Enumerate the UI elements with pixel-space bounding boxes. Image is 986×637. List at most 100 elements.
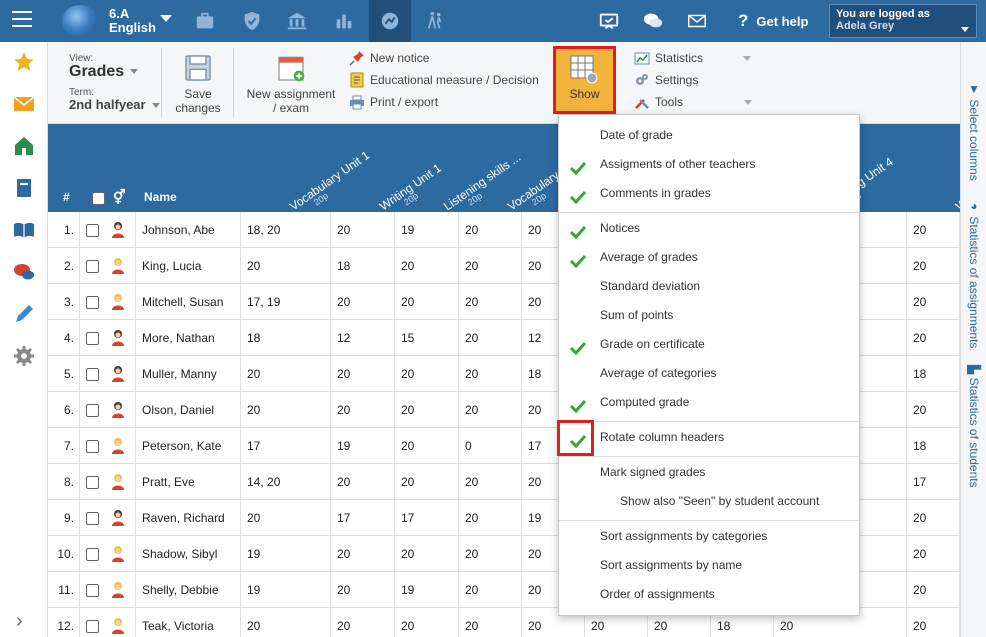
grade-cell[interactable]: 17 <box>331 500 395 536</box>
row-checkbox[interactable] <box>86 224 99 238</box>
row-checkbox[interactable] <box>86 260 99 274</box>
tools-menu[interactable]: Tools <box>634 94 753 110</box>
grade-cell[interactable]: 20 <box>459 212 522 248</box>
student-name[interactable]: Mitchell, Susan <box>136 284 241 320</box>
grade-cell[interactable]: 20 <box>907 500 960 536</box>
grade-cell[interactable]: 20 <box>331 572 395 608</box>
grade-cell[interactable]: 20 <box>395 608 459 637</box>
grade-cell[interactable]: 20 <box>331 356 395 392</box>
grade-cell[interactable]: 20 <box>907 392 960 428</box>
grade-cell[interactable]: 20 <box>907 284 960 320</box>
row-checkbox[interactable] <box>86 620 99 634</box>
row-checkbox[interactable] <box>86 476 99 490</box>
row-checkbox[interactable] <box>86 332 99 346</box>
menu-icon[interactable] <box>12 11 32 27</box>
expand-sidebar-icon[interactable]: › <box>16 610 23 633</box>
grade-cell[interactable]: 12 <box>331 320 395 356</box>
grade-cell[interactable]: 20 <box>907 212 960 248</box>
menu-item[interactable]: Assigments of other teachers <box>559 150 859 179</box>
menu-item[interactable]: Rotate column headers <box>559 423 859 452</box>
briefcase-icon[interactable] <box>184 0 226 42</box>
grade-cell[interactable]: 20 <box>459 608 522 637</box>
grade-cell[interactable]: 18 <box>907 356 960 392</box>
messages-icon[interactable] <box>12 260 36 284</box>
grade-cell[interactable]: 20 <box>395 356 459 392</box>
grade-cell[interactable]: 20 <box>907 536 960 572</box>
grades-icon[interactable] <box>369 0 411 42</box>
student-name[interactable]: Pratt, Eve <box>136 464 241 500</box>
grade-cell[interactable]: 20 <box>241 356 331 392</box>
menu-item[interactable]: Grade on certificate <box>559 330 859 359</box>
row-checkbox[interactable] <box>86 440 99 454</box>
board-icon[interactable] <box>588 0 630 42</box>
menu-item[interactable]: Average of grades <box>559 243 859 272</box>
students-walking-icon[interactable] <box>414 0 456 42</box>
row-select[interactable] <box>80 248 136 284</box>
grade-cell[interactable]: 18 <box>907 428 960 464</box>
class-name[interactable]: 6.A <box>109 7 129 21</box>
grade-cell[interactable]: 17 <box>907 464 960 500</box>
term-select[interactable]: 2nd halfyear <box>69 97 160 112</box>
grade-cell[interactable]: 20 <box>241 248 331 284</box>
grade-cell[interactable]: 14, 20 <box>241 464 331 500</box>
print-export-button[interactable]: Print / export <box>349 94 438 110</box>
row-checkbox[interactable] <box>86 512 99 526</box>
student-name[interactable]: Raven, Richard <box>136 500 241 536</box>
grade-cell[interactable]: 20 <box>241 608 331 637</box>
select-columns-link[interactable]: ▼ Select columns <box>967 82 981 181</box>
grade-cell[interactable]: 18 <box>331 248 395 284</box>
grade-cell[interactable]: 20 <box>459 248 522 284</box>
row-select[interactable] <box>80 356 136 392</box>
grade-cell[interactable]: 20 <box>395 248 459 284</box>
grade-cell[interactable]: 20 <box>331 608 395 637</box>
gear-icon[interactable] <box>12 344 36 368</box>
menu-item[interactable]: Show also "Seen" by student account <box>559 487 859 516</box>
row-select[interactable] <box>80 428 136 464</box>
statistics-of-students-link[interactable]: ▙ Statistics of students <box>967 365 981 488</box>
student-name[interactable]: King, Lucia <box>136 248 241 284</box>
menu-item[interactable]: Mark signed grades <box>559 458 859 487</box>
grade-cell[interactable]: 17, 19 <box>241 284 331 320</box>
assignment-header[interactable]: Writ <box>953 127 960 214</box>
grade-cell[interactable]: 18, 20 <box>241 212 331 248</box>
grade-cell[interactable]: 19 <box>395 212 459 248</box>
grade-cell[interactable]: 20 <box>907 572 960 608</box>
row-checkbox[interactable] <box>86 368 99 382</box>
row-select[interactable] <box>80 608 136 637</box>
row-select[interactable] <box>80 212 136 248</box>
grade-cell[interactable]: 20 <box>331 392 395 428</box>
grade-cell[interactable]: 20 <box>459 320 522 356</box>
menu-item[interactable]: Average of categories <box>559 359 859 388</box>
menu-item[interactable]: Date of grade <box>559 121 859 150</box>
menu-item[interactable]: Comments in grades <box>559 179 859 208</box>
new-assignment-button[interactable]: New assignment / exam <box>244 52 338 115</box>
grade-cell[interactable]: 20 <box>459 572 522 608</box>
class-dropdown-icon[interactable] <box>160 15 172 22</box>
select-all-checkbox[interactable] <box>92 191 105 205</box>
chat-icon[interactable] <box>632 0 674 42</box>
row-checkbox[interactable] <box>86 548 99 562</box>
mail-icon[interactable] <box>676 0 718 42</box>
grade-cell[interactable]: 17 <box>241 428 331 464</box>
statistics-menu[interactable]: Statistics <box>634 50 752 66</box>
grade-cell[interactable]: 19 <box>395 572 459 608</box>
settings-menu[interactable]: Settings <box>634 72 698 88</box>
menu-item[interactable]: Notices <box>559 214 859 243</box>
grade-cell[interactable]: 15 <box>395 320 459 356</box>
statistics-of-assignments-link[interactable]: ◕ Statistics of assignments <box>967 199 981 348</box>
row-select[interactable] <box>80 464 136 500</box>
menu-item[interactable]: Computed grade <box>559 388 859 417</box>
save-changes-button[interactable]: Save changes <box>170 52 226 115</box>
grade-cell[interactable]: 20 <box>395 392 459 428</box>
grade-cell[interactable]: 20 <box>331 536 395 572</box>
grade-cell[interactable]: 19 <box>241 572 331 608</box>
get-help-link[interactable]: ? Get help <box>738 11 808 31</box>
grade-cell[interactable]: 17 <box>395 500 459 536</box>
pen-icon[interactable] <box>12 302 36 326</box>
open-book-icon[interactable] <box>12 218 36 242</box>
educational-measure-button[interactable]: Educational measure / Decision <box>349 72 539 88</box>
grade-cell[interactable]: 20 <box>459 284 522 320</box>
grade-cell[interactable]: 20 <box>907 248 960 284</box>
grade-cell[interactable]: 20 <box>459 536 522 572</box>
grade-cell[interactable]: 20 <box>331 212 395 248</box>
